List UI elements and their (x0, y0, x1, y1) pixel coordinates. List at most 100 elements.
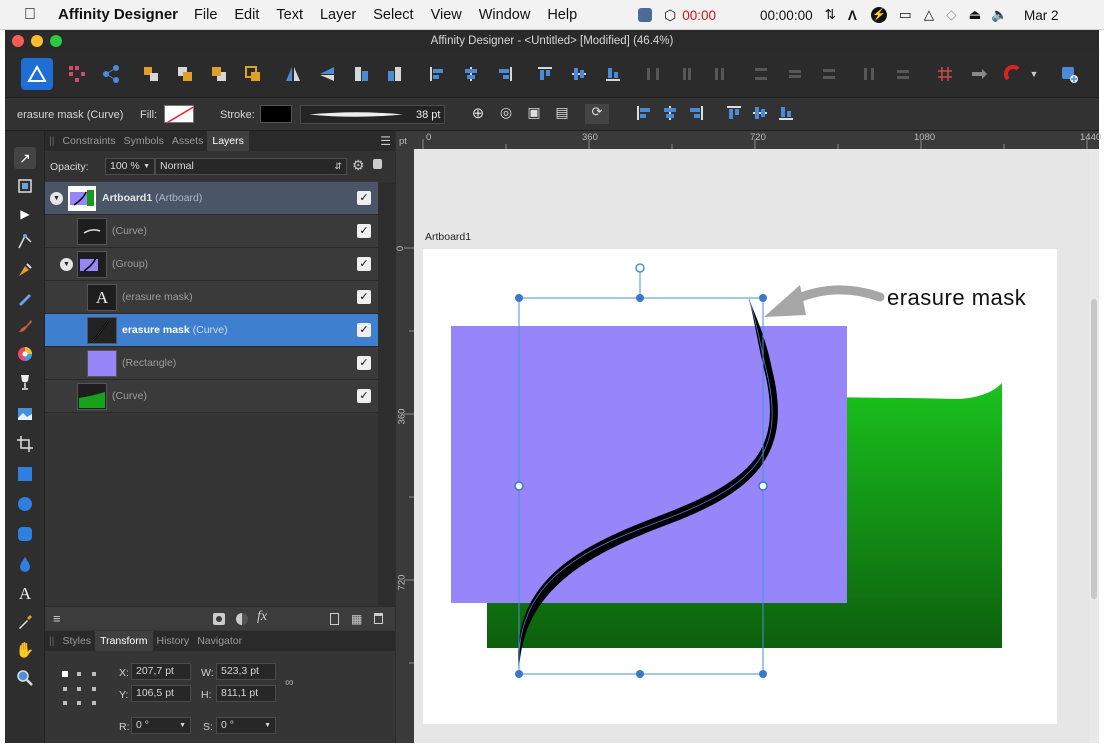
node-tool[interactable]: ▶ (14, 203, 36, 225)
align-left-button[interactable] (423, 60, 451, 88)
ctx-align-top-button[interactable] (725, 104, 747, 124)
add-layer-icon[interactable]: ▦ (351, 612, 362, 626)
expand-toggle-icon[interactable]: ▼ (50, 192, 63, 205)
flip-vertical-button[interactable] (313, 60, 341, 88)
wifi-icon[interactable]: ⇅ (825, 7, 836, 23)
arrange-forward-button[interactable] (205, 60, 233, 88)
resize-handle-br[interactable] (759, 670, 767, 678)
resize-handle-tl[interactable] (515, 294, 523, 302)
stroke-swatch[interactable] (260, 105, 292, 123)
rotation-handle[interactable] (635, 263, 645, 273)
menu-text[interactable]: Text (276, 7, 303, 23)
purple-rectangle[interactable] (451, 326, 847, 603)
menu-help[interactable]: Help (547, 7, 577, 23)
resize-handle-mr[interactable] (758, 481, 768, 491)
trash-icon[interactable] (374, 613, 383, 624)
scroll-thumb[interactable] (1091, 299, 1097, 599)
tab-styles[interactable]: Styles (58, 635, 95, 647)
stroke-width-slider[interactable]: 38 pt (300, 105, 445, 124)
apple-menu-icon[interactable]:  (24, 6, 42, 24)
resize-handle-tr[interactable] (759, 294, 767, 302)
ctx-align-right-button[interactable] (687, 104, 709, 124)
layer-row-erasure-mask-group[interactable]: A (erasure mask) ✓ (45, 281, 378, 314)
menu-view[interactable]: View (431, 7, 462, 23)
point-transform-tool[interactable] (14, 231, 36, 253)
monitor-icon[interactable]: ▭ (899, 7, 912, 23)
arrange-back-button[interactable] (137, 60, 165, 88)
align-right-button[interactable] (491, 60, 519, 88)
anchor-point-selector-icon[interactable] (60, 669, 100, 709)
place-image-tool[interactable] (14, 403, 36, 425)
shape-tool[interactable] (14, 553, 36, 575)
rounded-rectangle-tool[interactable] (14, 523, 36, 545)
artboard-tool[interactable] (14, 175, 36, 197)
tab-transform[interactable]: Transform (95, 631, 153, 651)
resize-handle-bm[interactable] (636, 670, 644, 678)
rotate-right-button[interactable] (381, 60, 409, 88)
blend-mode-dropdown[interactable]: Normal ⇵ (155, 158, 347, 175)
shear-input[interactable]: 0 ° ▼ (216, 717, 276, 734)
resize-handle-ml[interactable] (514, 481, 524, 491)
ruler-horizontal[interactable]: pt 0 360 720 1080 1440 (396, 131, 1101, 149)
add-pixel-layer-icon[interactable] (330, 613, 339, 625)
h-input[interactable]: 811,1 pt (216, 685, 276, 702)
diamond-icon[interactable]: ◇ (946, 7, 956, 23)
tab-constraints[interactable]: Constraints (58, 135, 119, 147)
view-tool[interactable]: ✋ (14, 639, 36, 661)
app-menu[interactable]: Affinity Designer (58, 6, 178, 23)
eject-icon[interactable]: ⏏ (968, 7, 981, 23)
zoom-tool[interactable] (14, 667, 36, 689)
transparency-tool[interactable] (14, 371, 36, 393)
w-input[interactable]: 523,3 pt (216, 663, 276, 680)
arrange-front-button[interactable] (239, 60, 267, 88)
resize-handle-bl[interactable] (515, 670, 523, 678)
menu-layer[interactable]: Layer (320, 7, 356, 23)
visibility-checkbox[interactable]: ✓ (357, 323, 371, 337)
expand-toggle-icon[interactable]: ▼ (60, 258, 73, 271)
opacity-dropdown[interactable]: 100 % ▼ (105, 158, 155, 175)
close-window-button[interactable] (12, 35, 24, 47)
tab-layers[interactable]: Layers (207, 131, 249, 151)
tab-history[interactable]: History (153, 635, 194, 647)
tab-navigator[interactable]: Navigator (193, 635, 246, 647)
show-rotation-button[interactable]: ◎ (495, 104, 517, 124)
gear-icon[interactable]: ⚙ (352, 157, 365, 174)
transform-objects-button[interactable]: ▤ (551, 104, 573, 124)
fill-swatch[interactable] (164, 105, 194, 123)
visibility-checkbox[interactable]: ✓ (357, 356, 371, 370)
flip-horizontal-button[interactable] (279, 60, 307, 88)
layer-row-curve[interactable]: (Curve) ✓ (45, 215, 378, 248)
align-middle-button[interactable] (565, 60, 593, 88)
y-input[interactable]: 106,5 pt (131, 685, 191, 702)
snapping-magnet-button[interactable] (999, 60, 1027, 88)
export-persona-button[interactable] (97, 60, 125, 88)
rotate-left-button[interactable] (347, 60, 375, 88)
vector-brush-tool[interactable] (14, 315, 36, 337)
grid-button[interactable] (931, 60, 959, 88)
snapping-dropdown[interactable]: ▼ (1027, 60, 1041, 88)
tab-assets[interactable]: Assets (168, 135, 208, 147)
zoom-window-button[interactable] (50, 35, 62, 47)
menu-select[interactable]: Select (373, 7, 413, 23)
layer-stack-icon[interactable]: ≡ (53, 611, 61, 626)
align-top-button[interactable] (531, 60, 559, 88)
rectangle-tool[interactable] (14, 463, 36, 485)
ellipse-tool[interactable] (14, 493, 36, 515)
visibility-checkbox[interactable]: ✓ (357, 290, 371, 304)
tab-symbols[interactable]: Symbols (120, 135, 168, 147)
insert-button[interactable] (1055, 60, 1083, 88)
layers-scrollbar[interactable] (378, 182, 395, 606)
lock-icon[interactable] (373, 159, 382, 169)
pen-tool[interactable] (14, 259, 36, 281)
arrange-backward-button[interactable] (171, 60, 199, 88)
visibility-checkbox[interactable]: ✓ (357, 224, 371, 238)
minimize-window-button[interactable] (31, 35, 43, 47)
layer-row-artboard[interactable]: ▼ Artboard1 (Artboard) ✓ (45, 182, 378, 215)
crop-tool[interactable] (14, 433, 36, 455)
x-input[interactable]: 207,7 pt (131, 663, 191, 680)
fx-icon[interactable]: fx (257, 609, 267, 625)
pencil-tool[interactable] (14, 287, 36, 309)
bolt-icon[interactable]: ⚡ (870, 7, 887, 23)
layer-row-erasure-mask-curve[interactable]: erasure mask (Curve) ✓ (45, 314, 378, 347)
visibility-checkbox[interactable]: ✓ (357, 257, 371, 271)
